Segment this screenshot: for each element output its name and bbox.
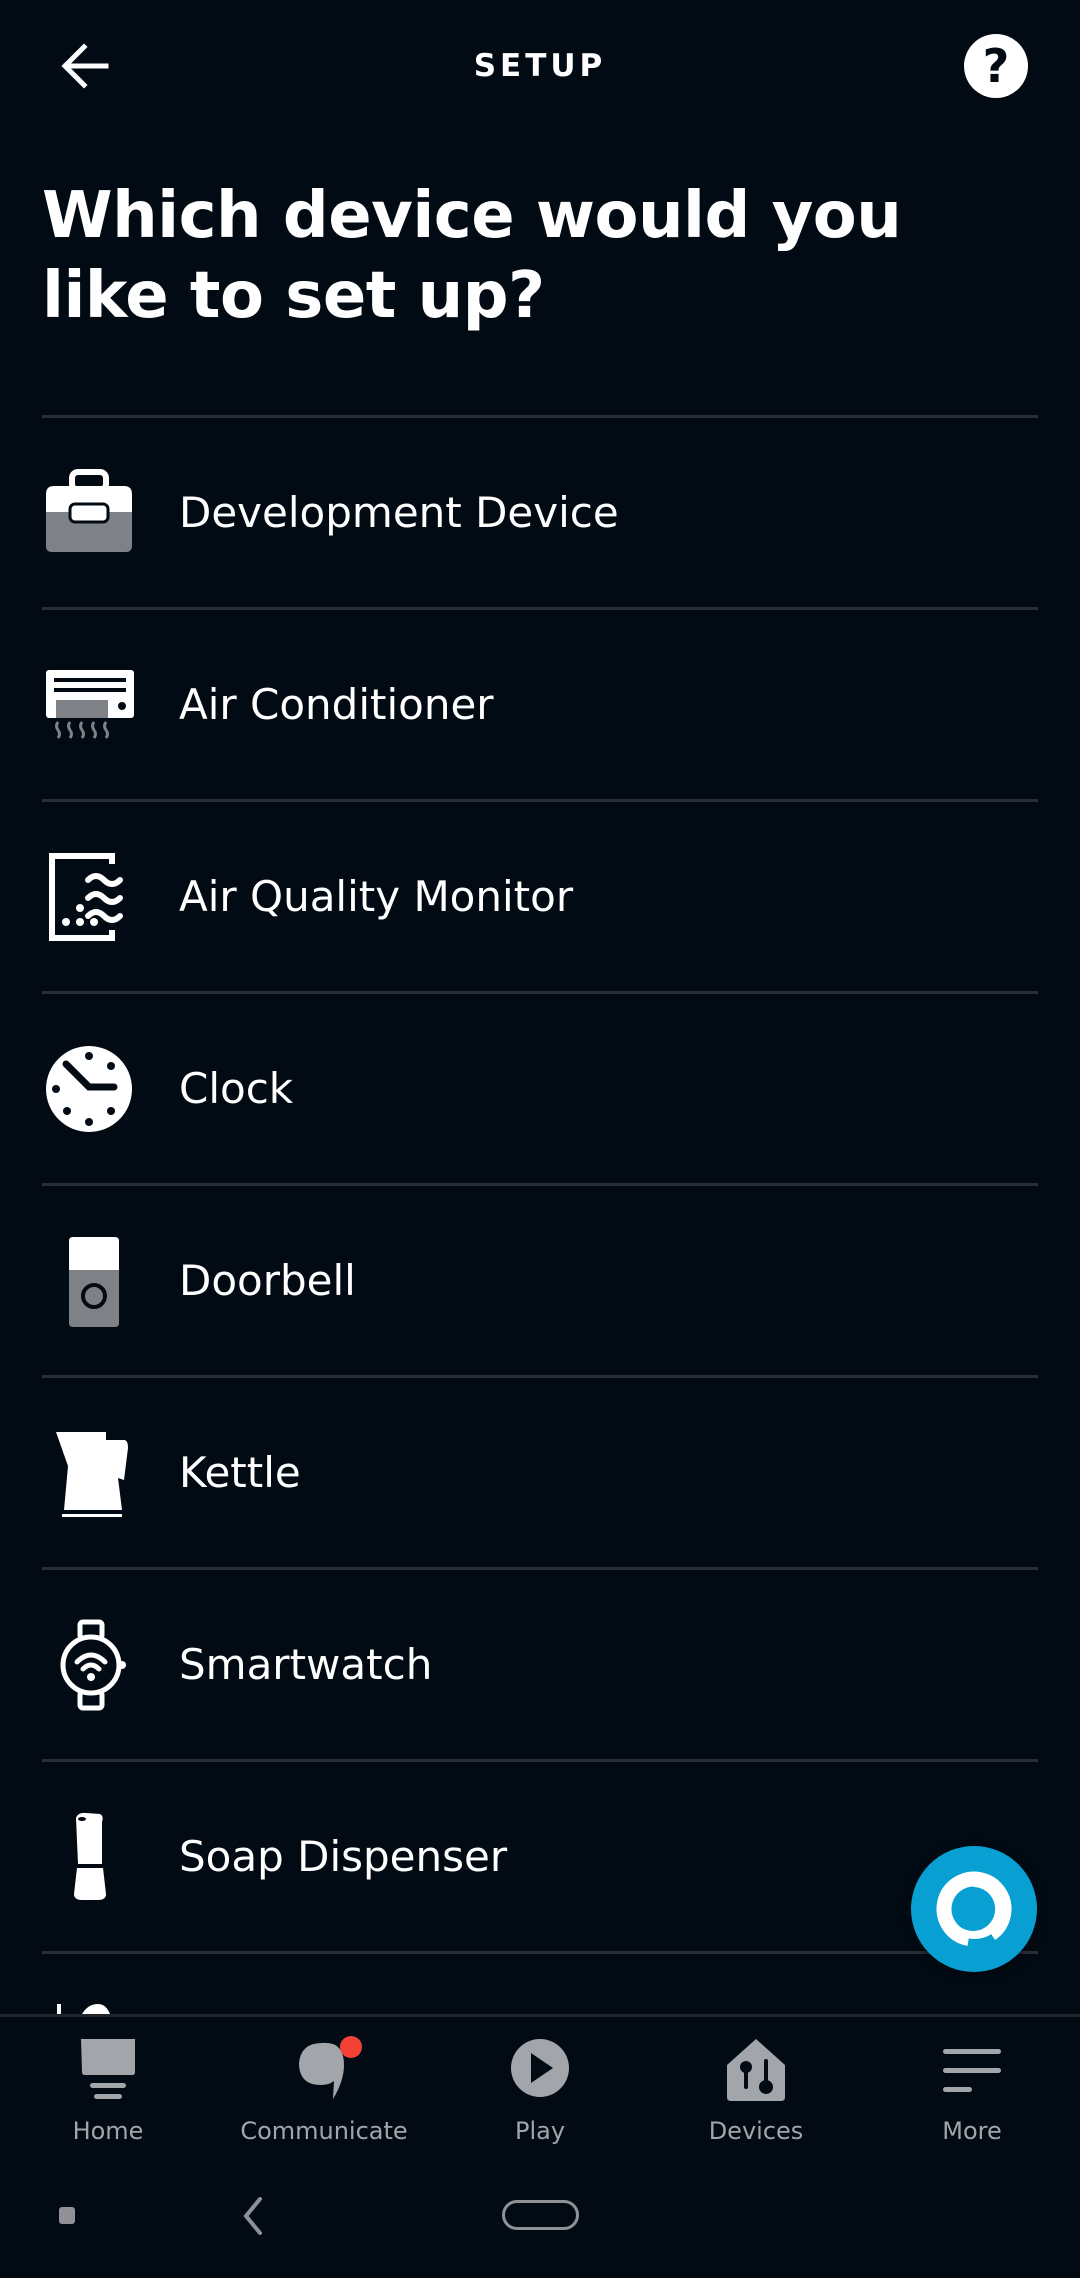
notification-badge bbox=[340, 2036, 362, 2058]
more-icon bbox=[937, 2037, 1007, 2103]
device-list-item[interactable]: Clock bbox=[42, 994, 1038, 1186]
screen-title: SETUP bbox=[473, 48, 607, 84]
device-label: Air Conditioner bbox=[179, 679, 494, 729]
device-list-item[interactable] bbox=[42, 1954, 1038, 2014]
device-label: Smartwatch bbox=[179, 1639, 433, 1689]
device-list-item[interactable] bbox=[42, 358, 1038, 418]
chevron-left-icon bbox=[243, 2197, 262, 2235]
play-icon bbox=[505, 2037, 575, 2103]
question-circle-icon: ? bbox=[982, 39, 1010, 93]
alexa-button[interactable] bbox=[911, 1846, 1037, 1972]
device-label: Air Quality Monitor bbox=[179, 871, 574, 921]
system-back-button[interactable] bbox=[236, 2196, 270, 2236]
nav-item-communicate[interactable]: Communicate bbox=[216, 2017, 432, 2167]
recent-apps-button[interactable] bbox=[59, 2207, 75, 2224]
nav-item-more[interactable]: More bbox=[864, 2017, 1080, 2167]
partial-device-icon bbox=[42, 2002, 136, 2014]
device-list-item[interactable]: Smartwatch bbox=[42, 1570, 1038, 1762]
air-conditioner-icon bbox=[42, 658, 136, 752]
devices-icon bbox=[721, 2037, 791, 2103]
clock-icon bbox=[42, 1042, 136, 1136]
device-label: Kettle bbox=[179, 1447, 301, 1497]
top-app-bar: SETUP ? bbox=[0, 0, 1080, 132]
partial-device-icon bbox=[42, 358, 136, 368]
page-heading: Which device would you like to set up? bbox=[42, 179, 902, 333]
home-icon bbox=[73, 2037, 143, 2103]
device-label: Doorbell bbox=[179, 1255, 356, 1305]
nav-label: Devices bbox=[708, 2117, 804, 2145]
nav-label: Play bbox=[514, 2117, 566, 2145]
device-label: Soap Dispenser bbox=[179, 1831, 508, 1881]
alexa-icon bbox=[936, 1871, 1012, 1947]
device-list-item[interactable]: Kettle bbox=[42, 1378, 1038, 1570]
device-list-item[interactable]: Doorbell bbox=[42, 1186, 1038, 1378]
device-list-item[interactable]: Soap Dispenser bbox=[42, 1762, 1038, 1954]
doorbell-icon bbox=[42, 1234, 136, 1328]
device-list-item[interactable]: Air Quality Monitor bbox=[42, 802, 1038, 994]
help-button[interactable]: ? bbox=[964, 34, 1028, 98]
nav-item-home[interactable]: Home bbox=[0, 2017, 216, 2167]
air-quality-monitor-icon bbox=[42, 850, 136, 944]
device-label: Development Device bbox=[179, 487, 619, 537]
kettle-icon bbox=[42, 1426, 136, 1520]
device-list-item[interactable]: Air Conditioner bbox=[42, 610, 1038, 802]
device-list-item[interactable]: Development Device bbox=[42, 418, 1038, 610]
nav-label: Communicate bbox=[240, 2117, 408, 2145]
nav-item-devices[interactable]: Devices bbox=[648, 2017, 864, 2167]
nav-label: More bbox=[942, 2117, 1002, 2145]
nav-label: Home bbox=[72, 2117, 144, 2145]
device-label: Clock bbox=[179, 1063, 294, 1113]
nav-item-play[interactable]: Play bbox=[432, 2017, 648, 2167]
bottom-navigation: Home Communicate Play Devices More bbox=[0, 2014, 1080, 2167]
device-list[interactable]: Development Device Air Conditioner Air Q… bbox=[0, 358, 1080, 2014]
system-home-button[interactable] bbox=[502, 2200, 579, 2230]
toolbox-icon bbox=[42, 466, 136, 560]
smartwatch-icon bbox=[42, 1618, 136, 1712]
soap-dispenser-icon bbox=[42, 1810, 136, 1904]
